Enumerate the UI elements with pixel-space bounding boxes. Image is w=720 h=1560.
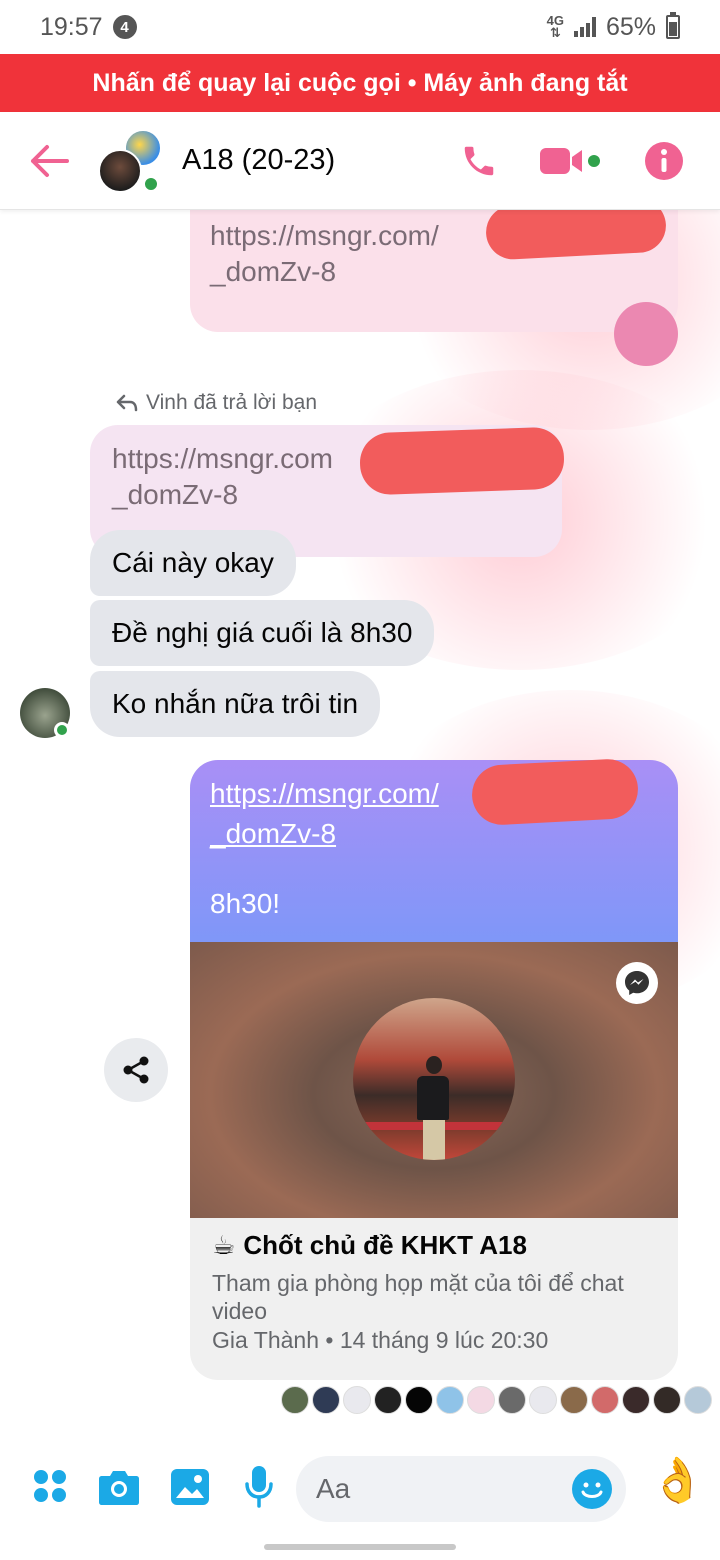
online-status-dot — [142, 174, 160, 193]
voice-message-button[interactable] — [244, 1464, 274, 1508]
video-camera-icon — [540, 147, 600, 174]
header-actions — [460, 141, 684, 181]
incoming-message[interactable]: Cái này okay — [90, 530, 296, 596]
status-right: 4G ⇅ 65% — [546, 12, 680, 42]
read-receipt-avatar — [653, 1386, 681, 1414]
messenger-badge — [616, 962, 658, 1004]
more-actions-button[interactable] — [32, 1468, 68, 1504]
microphone-icon — [245, 1466, 273, 1508]
group-avatar-member-2 — [98, 148, 142, 193]
status-bar: 19:57 4 4G ⇅ 65% — [0, 0, 720, 54]
notification-count-badge: 4 — [112, 15, 137, 39]
phone-icon — [464, 146, 494, 175]
video-call-button[interactable] — [538, 144, 604, 178]
message-composer: Aa 👌 — [0, 1448, 720, 1530]
read-receipt-avatar — [405, 1386, 433, 1414]
call-banner-text: Nhấn để quay lại cuộc gọi • Máy ảnh đang… — [92, 68, 628, 97]
network-type-label: 4G — [546, 13, 564, 28]
card-title-text: Chốt chủ đề KHKT A18 — [243, 1230, 527, 1260]
coffee-icon: ☕ — [212, 1230, 236, 1260]
read-receipt-avatar — [343, 1386, 371, 1414]
reply-note: Vinh đã trả lời bạn — [116, 391, 317, 415]
back-arrow-icon — [31, 144, 69, 177]
quick-reaction-button[interactable]: 👌 — [650, 1454, 705, 1506]
gallery-button[interactable] — [170, 1468, 210, 1506]
return-to-call-banner[interactable]: Nhấn để quay lại cuộc gọi • Máy ảnh đang… — [0, 54, 720, 112]
message-text: Cái này okay — [112, 547, 274, 578]
read-receipt-avatar — [560, 1386, 588, 1414]
read-receipt-avatar — [591, 1386, 619, 1414]
read-receipt-avatar — [498, 1386, 526, 1414]
signal-icon — [573, 17, 596, 37]
emoji-icon — [573, 1470, 611, 1508]
read-receipt-avatar — [622, 1386, 650, 1414]
card-info: ☕ Chốt chủ đề KHKT A18 Tham gia phòng họ… — [190, 1218, 678, 1366]
reply-note-text: Vinh đã trả lời bạn — [146, 391, 317, 414]
apps-icon — [34, 1470, 66, 1502]
read-receipt-avatar — [436, 1386, 464, 1414]
reply-icon — [116, 394, 138, 412]
home-indicator[interactable] — [264, 1544, 456, 1550]
card-title: ☕ Chốt chủ đề KHKT A18 — [212, 1230, 656, 1261]
messenger-icon — [625, 971, 649, 995]
photo-person — [417, 1056, 451, 1160]
read-receipt-avatar — [312, 1386, 340, 1414]
message-text: Đề nghị giá cuối là 8h30 — [112, 617, 413, 648]
read-receipt-avatar — [374, 1386, 402, 1414]
read-receipt-avatar — [281, 1386, 309, 1414]
conversation-header: A18 (20-23) — [0, 112, 720, 210]
read-receipt-avatar — [529, 1386, 557, 1414]
card-message-text: 8h30! — [210, 888, 281, 919]
message-list[interactable]: https://msngr.com/ _domZv-8 Vinh đã trả … — [0, 210, 720, 1436]
redaction-mark — [470, 757, 640, 827]
seen-indicator — [614, 302, 678, 366]
info-icon — [645, 141, 683, 180]
message-input[interactable]: Aa — [296, 1456, 626, 1522]
network-type-icon: 4G ⇅ — [546, 13, 564, 40]
redaction-mark — [358, 426, 566, 496]
read-receipt-avatar — [684, 1386, 712, 1414]
battery-percent: 65% — [605, 12, 656, 41]
room-host-photo — [353, 998, 515, 1160]
room-preview-image[interactable] — [190, 942, 678, 1218]
share-icon — [123, 1056, 149, 1084]
conversation-title[interactable]: A18 (20-23) — [182, 144, 335, 177]
message-link-line2[interactable]: _domZv-8 — [210, 254, 658, 290]
camera-icon — [99, 1471, 139, 1505]
incoming-message[interactable]: Ko nhắn nữa trôi tin — [90, 671, 381, 737]
card-meta: Gia Thành • 14 tháng 9 lúc 20:30 — [212, 1327, 549, 1353]
message-input-placeholder: Aa — [316, 1473, 351, 1504]
battery-icon — [666, 12, 680, 39]
voice-call-button[interactable] — [460, 142, 498, 180]
camera-button[interactable] — [98, 1468, 140, 1506]
status-time: 19:57 — [40, 12, 103, 41]
gallery-icon — [171, 1469, 209, 1505]
message-text: Ko nhắn nữa trôi tin — [112, 688, 359, 719]
read-receipt-avatar — [467, 1386, 495, 1414]
online-status-dot — [54, 722, 70, 738]
read-receipts[interactable] — [281, 1386, 712, 1414]
conversation-info-button[interactable] — [644, 141, 684, 181]
emoji-button[interactable] — [572, 1469, 612, 1509]
card-description: Tham gia phòng họp mặt của tôi để chat v… — [212, 1270, 624, 1324]
group-avatar[interactable] — [98, 128, 162, 193]
share-button[interactable] — [104, 1038, 168, 1102]
incoming-message[interactable]: Đề nghị giá cuối là 8h30 — [90, 600, 435, 666]
room-invite-card[interactable]: https://msngr.com/ _domZv-8 8h30! ☕ Chốt… — [190, 760, 678, 1380]
back-button[interactable] — [24, 136, 74, 186]
